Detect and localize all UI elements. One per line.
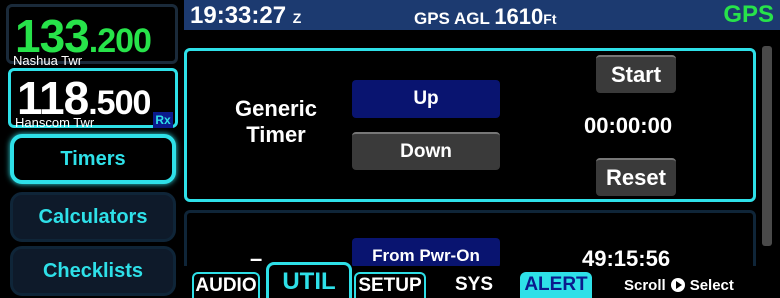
sidebar-item-timers[interactable]: Timers [10, 134, 176, 184]
sidebar-item-checklists[interactable]: Checklists [10, 246, 176, 296]
standby-station-name: Hanscom Twr [15, 115, 95, 130]
count-up-button[interactable]: Up [352, 80, 500, 118]
tab-util[interactable]: UTIL [266, 262, 352, 298]
hint-scroll: Scroll [624, 276, 666, 294]
gps-agl-readout: GPS AGL 1610Ft [414, 4, 556, 30]
clock-time: 19:33:27 [190, 2, 287, 29]
rx-badge: Rx [153, 112, 173, 128]
active-station-name: Nashua Twr [13, 53, 83, 68]
agl-value: 1610 [494, 4, 544, 29]
reset-button[interactable]: Reset [596, 158, 676, 196]
standby-com-frequency[interactable]: 118.500 Hanscom Twr Rx [8, 68, 178, 130]
count-down-button[interactable]: Down [352, 132, 500, 170]
hint-select: Select [689, 276, 734, 294]
tab-audio[interactable]: AUDIO [192, 272, 260, 298]
active-com-frequency[interactable]: 133.200 Nashua Twr [6, 4, 178, 68]
sidebar-item-label: Timers [60, 147, 126, 170]
generic-timer-label-line1: Generic [235, 96, 317, 121]
scrollbar[interactable] [762, 46, 772, 246]
tab-alert[interactable]: ALERT [520, 272, 592, 298]
sidebar-item-label: Calculators [38, 205, 148, 228]
clock-zone: Z [292, 10, 302, 26]
tab-sys[interactable]: SYS [438, 272, 510, 298]
generic-timer-value: 00:00:00 [584, 113, 673, 138]
tab-setup[interactable]: SETUP [354, 272, 426, 298]
clock: 19:33:27 Z [190, 2, 301, 30]
nav-source-indicator: GPS [723, 1, 774, 28]
generic-timer-label: Generic Timer [216, 96, 336, 148]
agl-unit: Ft [543, 11, 557, 27]
sidebar-item-calculators[interactable]: Calculators [10, 192, 176, 242]
generic-timer-label-line2: Timer [246, 122, 306, 147]
agl-label: GPS AGL [414, 9, 490, 28]
knob-push-icon [670, 278, 685, 292]
from-power-on-button[interactable]: From Pwr-On [352, 238, 500, 268]
sidebar-item-label: Checklists [42, 259, 144, 282]
standby-freq-decimal: .500 [88, 84, 151, 122]
start-button[interactable]: Start [596, 55, 676, 93]
active-freq-decimal: .200 [88, 22, 152, 60]
knob-hint: Scroll Select [604, 272, 776, 298]
